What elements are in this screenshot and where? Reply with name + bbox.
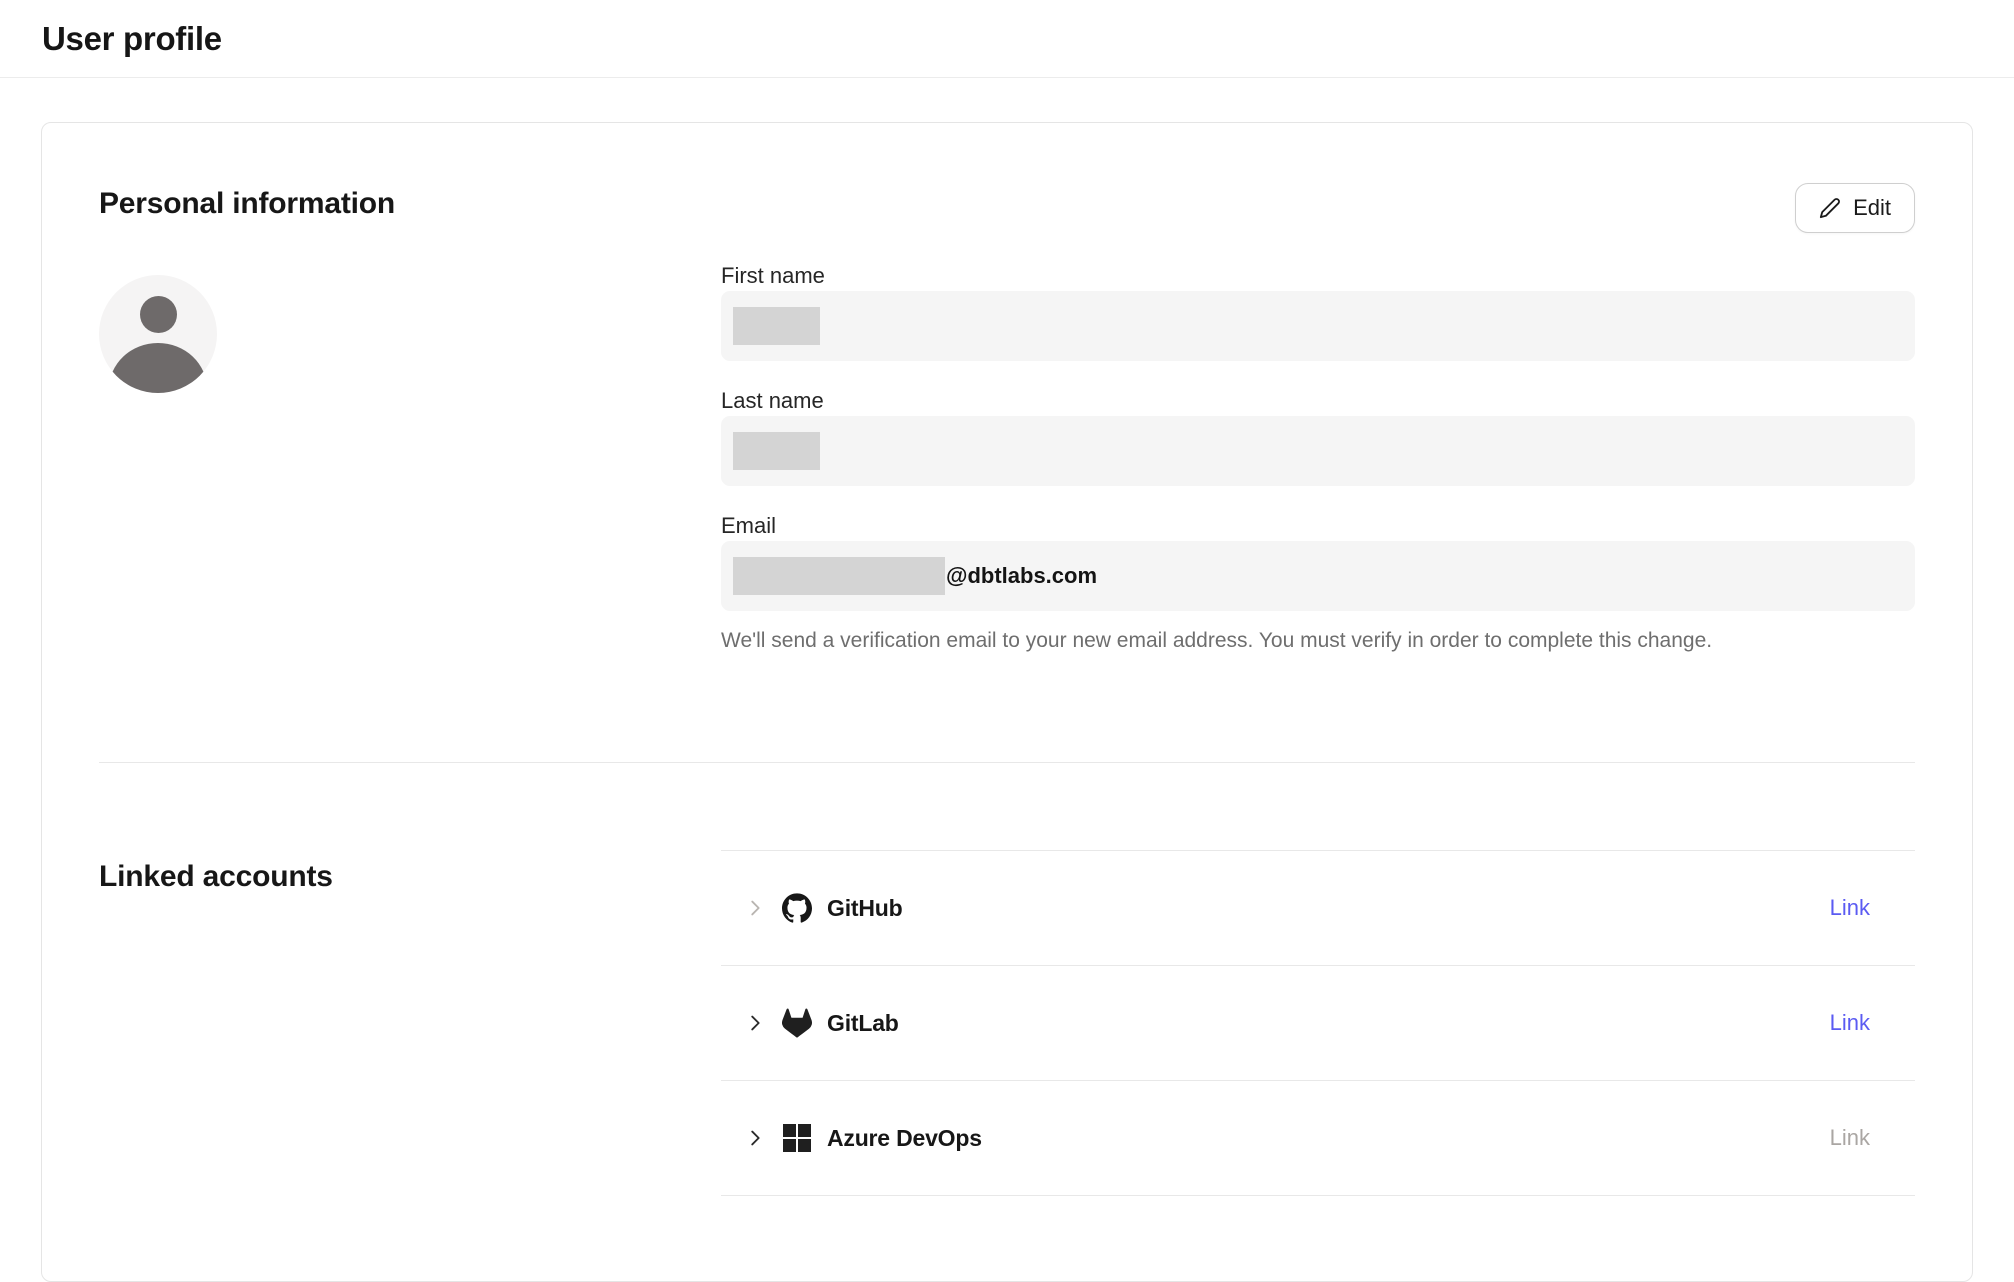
github-link-action[interactable]: Link [1830,895,1870,921]
linked-account-row-github: GitHub Link [721,851,1915,966]
linked-account-row-azure-devops: Azure DevOps Link [721,1081,1915,1196]
email-helper-text: We'll send a verification email to your … [721,627,1915,655]
gitlab-link-action[interactable]: Link [1830,1010,1870,1036]
first-name-label: First name [721,263,1915,289]
provider-name: GitLab [827,1010,899,1037]
personal-info-heading: Personal information [99,183,395,225]
edit-button[interactable]: Edit [1795,183,1915,233]
last-name-field [721,416,1915,486]
provider-name: Azure DevOps [827,1125,982,1152]
github-icon [782,893,812,923]
page-header: User profile [0,0,2014,78]
page-title: User profile [42,20,222,58]
last-name-label: Last name [721,388,1915,414]
last-name-group: Last name [721,388,1915,486]
first-name-field [721,291,1915,361]
chevron-right-icon[interactable] [744,1127,766,1149]
azure-devops-link-action: Link [1830,1125,1870,1151]
azure-devops-icon [782,1123,812,1153]
pencil-icon [1819,197,1841,219]
chevron-right-icon[interactable] [744,897,766,919]
edit-button-label: Edit [1853,195,1891,221]
linked-accounts-section: Linked accounts GitHub Link [42,850,1972,1196]
personal-info-form: First name Last name Email @dbtlabs.com … [721,263,1915,682]
linked-accounts-list: GitHub Link GitLab Link [721,850,1915,1196]
provider-name: GitHub [827,895,902,922]
section-divider [99,762,1915,763]
redacted-value [733,432,820,470]
linked-accounts-heading: Linked accounts [99,856,721,898]
redacted-value [733,307,820,345]
avatar-person-icon [140,296,177,333]
email-label: Email [721,513,1915,539]
profile-card: Personal information Edit First name [41,122,1973,1282]
personal-info-body: First name Last name Email @dbtlabs.com … [42,263,1972,682]
first-name-group: First name [721,263,1915,361]
email-group: Email @dbtlabs.com We'll send a verifica… [721,513,1915,655]
personal-info-header: Personal information Edit [42,123,1972,233]
gitlab-icon [782,1008,812,1038]
chevron-right-icon[interactable] [744,1012,766,1034]
email-domain-text: @dbtlabs.com [946,563,1097,589]
linked-account-row-gitlab: GitLab Link [721,966,1915,1081]
redacted-value [733,557,945,595]
email-field: @dbtlabs.com [721,541,1915,611]
avatar [99,275,217,393]
